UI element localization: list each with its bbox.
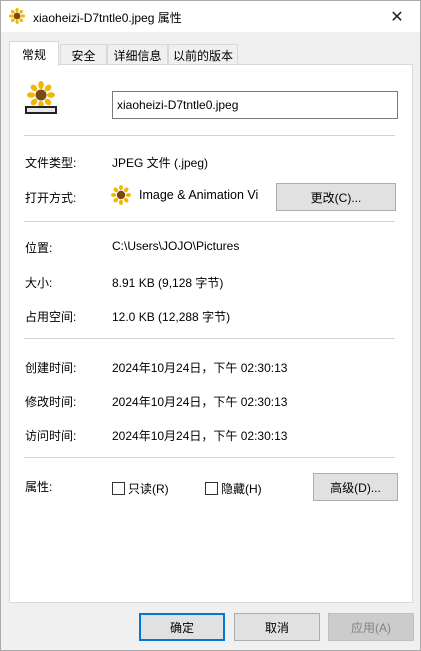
file-type-value: JPEG 文件 (.jpeg) [112,156,209,170]
separator [24,221,395,222]
readonly-checkbox[interactable]: 只读(R) [112,480,169,497]
file-type-label: 文件类型: [25,156,77,170]
tab-security[interactable]: 安全 [60,44,107,65]
size-on-disk-label: 占用空间: [25,310,77,324]
created-label: 创建时间: [25,361,77,375]
close-button[interactable]: ✕ [374,1,420,32]
tab-general[interactable]: 常规 [9,41,59,66]
readonly-label: 只读(R) [128,482,169,496]
tab-previous-versions[interactable]: 以前的版本 [168,44,238,65]
location-label: 位置: [25,241,53,255]
apply-button[interactable]: 应用(A) [328,613,414,641]
close-icon: ✕ [390,8,404,26]
created-value: 2024年10月24日，下午 02:30:13 [112,361,288,375]
open-with-app: Image & Animation Vi [139,188,259,202]
advanced-button[interactable]: 高级(D)... [313,473,398,501]
sunflower-icon [111,185,131,205]
size-label: 大小: [25,276,53,290]
general-panel: 文件类型: JPEG 文件 (.jpeg) 打开方式: Image & Anim… [9,64,413,603]
cancel-button[interactable]: 取消 [234,613,320,641]
checkbox-box[interactable] [205,482,218,495]
size-value: 8.91 KB (9,128 字节) [112,276,224,290]
imagine-sunflower-icon [25,81,57,114]
modified-label: 修改时间: [25,395,77,409]
modified-value: 2024年10月24日，下午 02:30:13 [112,395,288,409]
separator [24,338,395,339]
attributes-label: 属性: [25,480,53,494]
accessed-value: 2024年10月24日，下午 02:30:13 [112,429,288,443]
properties-dialog: xiaoheizi-D7tntle0.jpeg 属性 ✕ 常规 安全 详细信息 … [0,0,421,651]
ok-button[interactable]: 确定 [139,613,225,641]
separator [24,135,395,136]
open-with-label: 打开方式: [25,191,77,205]
title-bar: xiaoheizi-D7tntle0.jpeg 属性 ✕ [1,1,420,32]
hidden-checkbox[interactable]: 隐藏(H) [205,480,262,497]
location-value: C:\Users\JOJO\Pictures [112,239,240,253]
tab-details[interactable]: 详细信息 [107,44,168,65]
file-name-field[interactable] [112,91,398,119]
sunflower-icon [9,8,25,24]
separator [24,457,395,458]
accessed-label: 访问时间: [25,429,77,443]
size-on-disk-value: 12.0 KB (12,288 字节) [112,310,231,324]
hidden-label: 隐藏(H) [221,482,262,496]
checkbox-box[interactable] [112,482,125,495]
window-title: xiaoheizi-D7tntle0.jpeg 属性 [33,11,182,25]
change-button[interactable]: 更改(C)... [276,183,396,211]
